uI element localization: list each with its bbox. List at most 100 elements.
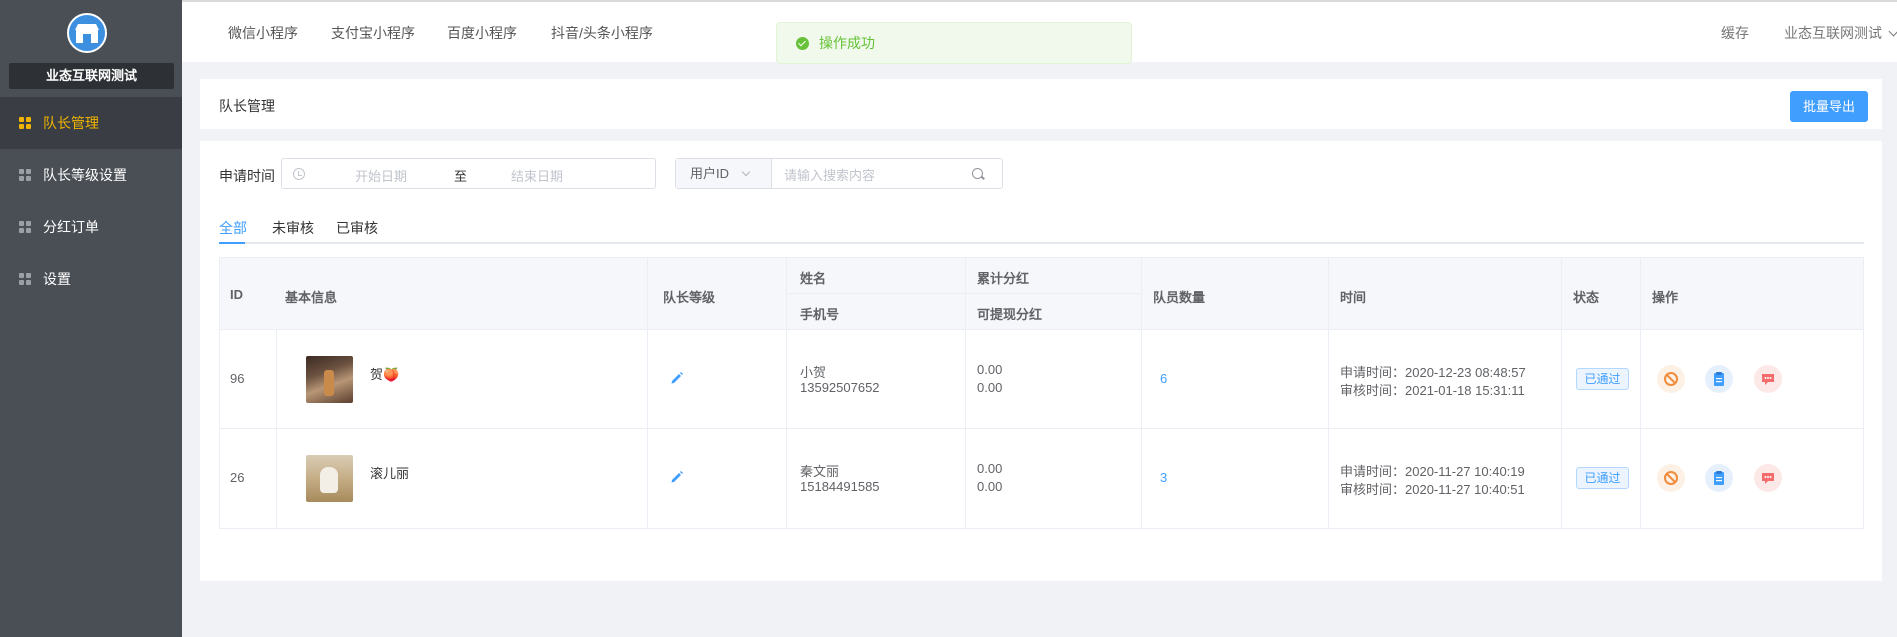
search-input[interactable]: 请输入搜索内容 — [784, 165, 875, 184]
status-badge: 已通过 — [1576, 368, 1629, 390]
member-count-link[interactable]: 3 — [1160, 470, 1167, 485]
sidebar-item-label: 分红订单 — [43, 219, 99, 235]
edit-level-icon[interactable] — [670, 470, 684, 484]
account-name: 业态互联网测试 — [1784, 25, 1882, 41]
total-dividend: 0.00 — [977, 461, 1003, 476]
toast-message: 操作成功 — [819, 35, 875, 51]
row-id: 26 — [230, 470, 245, 485]
member-name: 小贺 — [800, 365, 827, 380]
chevron-down-icon — [1888, 26, 1897, 37]
tab-wechat-miniprogram[interactable]: 微信小程序 — [228, 23, 298, 43]
review-time: 审核时间：2020-11-27 10:40:51 — [1340, 482, 1525, 497]
divider — [1640, 330, 1641, 428]
message-button[interactable] — [1754, 365, 1782, 393]
row-id: 96 — [230, 371, 245, 386]
sidebar-item-level-settings[interactable]: 队长等级设置 — [0, 149, 182, 201]
check-circle-icon — [796, 37, 809, 50]
header-time: 时间 — [1340, 290, 1367, 305]
header-id: ID — [230, 287, 243, 302]
divider — [1640, 258, 1641, 329]
avatar-figure — [324, 370, 334, 396]
clipboard-icon — [1714, 372, 1724, 386]
chat-icon — [1762, 473, 1774, 484]
grid-icon — [19, 221, 31, 233]
disable-button[interactable] — [1657, 365, 1685, 393]
batch-export-button[interactable]: 批量导出 — [1790, 91, 1868, 122]
main-card: 申请时间 开始日期 至 结束日期 用户ID 请输入搜索内容 全部 未审核 已审核… — [200, 141, 1882, 581]
grid-icon — [19, 273, 31, 285]
chevron-down-icon — [741, 167, 751, 177]
sidebar-item-settings[interactable]: 设置 — [0, 253, 182, 305]
brand-name: 业态互联网测试 — [9, 63, 174, 89]
tab-douyin-miniprogram[interactable]: 抖音/头条小程序 — [551, 23, 653, 43]
sidebar-item-dividend-orders[interactable]: 分红订单 — [0, 201, 182, 253]
divider — [276, 330, 277, 428]
tab-alipay-miniprogram[interactable]: 支付宝小程序 — [331, 23, 415, 43]
sidebar: 业态互联网测试 队长管理 队长等级设置 分红订单 设置 — [0, 0, 182, 637]
divider — [1328, 258, 1329, 329]
search-field-value: 用户ID — [690, 166, 730, 181]
header-total-dividend: 累计分红 — [977, 271, 1030, 286]
divider — [965, 330, 966, 428]
withdrawable-dividend: 0.00 — [977, 380, 1003, 395]
brand: 业态互联网测试 — [0, 0, 182, 97]
success-toast: 操作成功 — [776, 22, 1132, 64]
avatar — [306, 455, 353, 502]
detail-button[interactable] — [1705, 464, 1733, 492]
member-name: 秦文丽 — [800, 464, 840, 479]
table-row: 96 贺🍑 小贺 13592507652 0.00 0.00 6 申请时间：20… — [220, 330, 1863, 429]
divider — [1141, 429, 1142, 528]
table-row: 26 滚儿丽 秦文丽 15184491585 0.00 0.00 3 申请时间：… — [220, 429, 1863, 528]
header-name: 姓名 — [800, 271, 827, 286]
divider — [647, 330, 648, 428]
divider — [786, 293, 1141, 294]
tab-unreviewed[interactable]: 未审核 — [272, 218, 314, 238]
start-date-input[interactable]: 开始日期 — [355, 166, 407, 185]
search-icon[interactable] — [972, 168, 983, 179]
divider — [647, 429, 648, 528]
review-time: 审核时间：2021-01-18 15:31:11 — [1340, 383, 1525, 398]
divider — [1328, 330, 1329, 428]
tab-baidu-miniprogram[interactable]: 百度小程序 — [447, 23, 517, 43]
header-members: 队员数量 — [1153, 290, 1206, 305]
divider — [647, 258, 648, 329]
total-dividend: 0.00 — [977, 362, 1003, 377]
divider — [1561, 258, 1562, 329]
clock-icon — [293, 168, 305, 180]
apply-time: 申请时间：2020-12-23 08:48:57 — [1340, 365, 1526, 380]
tab-reviewed[interactable]: 已审核 — [336, 218, 378, 238]
end-date-input[interactable]: 结束日期 — [511, 166, 563, 185]
divider — [965, 429, 966, 528]
table-header: ID 基本信息 队长等级 姓名 手机号 累计分红 可提现分红 队员数量 时间 状… — [220, 258, 1863, 330]
header-withdrawable: 可提现分红 — [977, 307, 1043, 322]
divider — [786, 429, 787, 528]
account-menu[interactable]: 业态互联网测试 — [1784, 23, 1897, 43]
member-count-link[interactable]: 6 — [1160, 371, 1167, 386]
divider — [1328, 429, 1329, 528]
avatar-figure — [320, 467, 338, 493]
avatar — [306, 356, 353, 403]
search-field-select[interactable]: 用户ID — [676, 159, 772, 188]
apply-time: 申请时间：2020-11-27 10:40:19 — [1340, 464, 1525, 479]
detail-button[interactable] — [1705, 365, 1733, 393]
withdrawable-dividend: 0.00 — [977, 479, 1003, 494]
header-status: 状态 — [1573, 290, 1600, 305]
grid-icon — [19, 117, 31, 129]
captain-table: ID 基本信息 队长等级 姓名 手机号 累计分红 可提现分红 队员数量 时间 状… — [219, 257, 1864, 529]
sidebar-item-captain-management[interactable]: 队长管理 — [0, 97, 182, 149]
divider — [1141, 258, 1142, 329]
sidebar-item-label: 设置 — [43, 271, 71, 287]
message-button[interactable] — [1754, 464, 1782, 492]
divider — [1561, 330, 1562, 428]
user-nickname: 贺🍑 — [370, 367, 400, 382]
cache-link[interactable]: 缓存 — [1721, 23, 1749, 43]
header-actions: 操作 — [1652, 290, 1679, 305]
divider — [786, 330, 787, 428]
date-range-picker[interactable]: 开始日期 至 结束日期 — [281, 158, 656, 189]
disable-button[interactable] — [1657, 464, 1685, 492]
apply-time-label: 申请时间 — [219, 168, 275, 184]
header-phone: 手机号 — [800, 307, 840, 322]
store-logo-icon — [67, 13, 107, 53]
edit-level-icon[interactable] — [670, 371, 684, 385]
tab-all[interactable]: 全部 — [219, 218, 247, 238]
